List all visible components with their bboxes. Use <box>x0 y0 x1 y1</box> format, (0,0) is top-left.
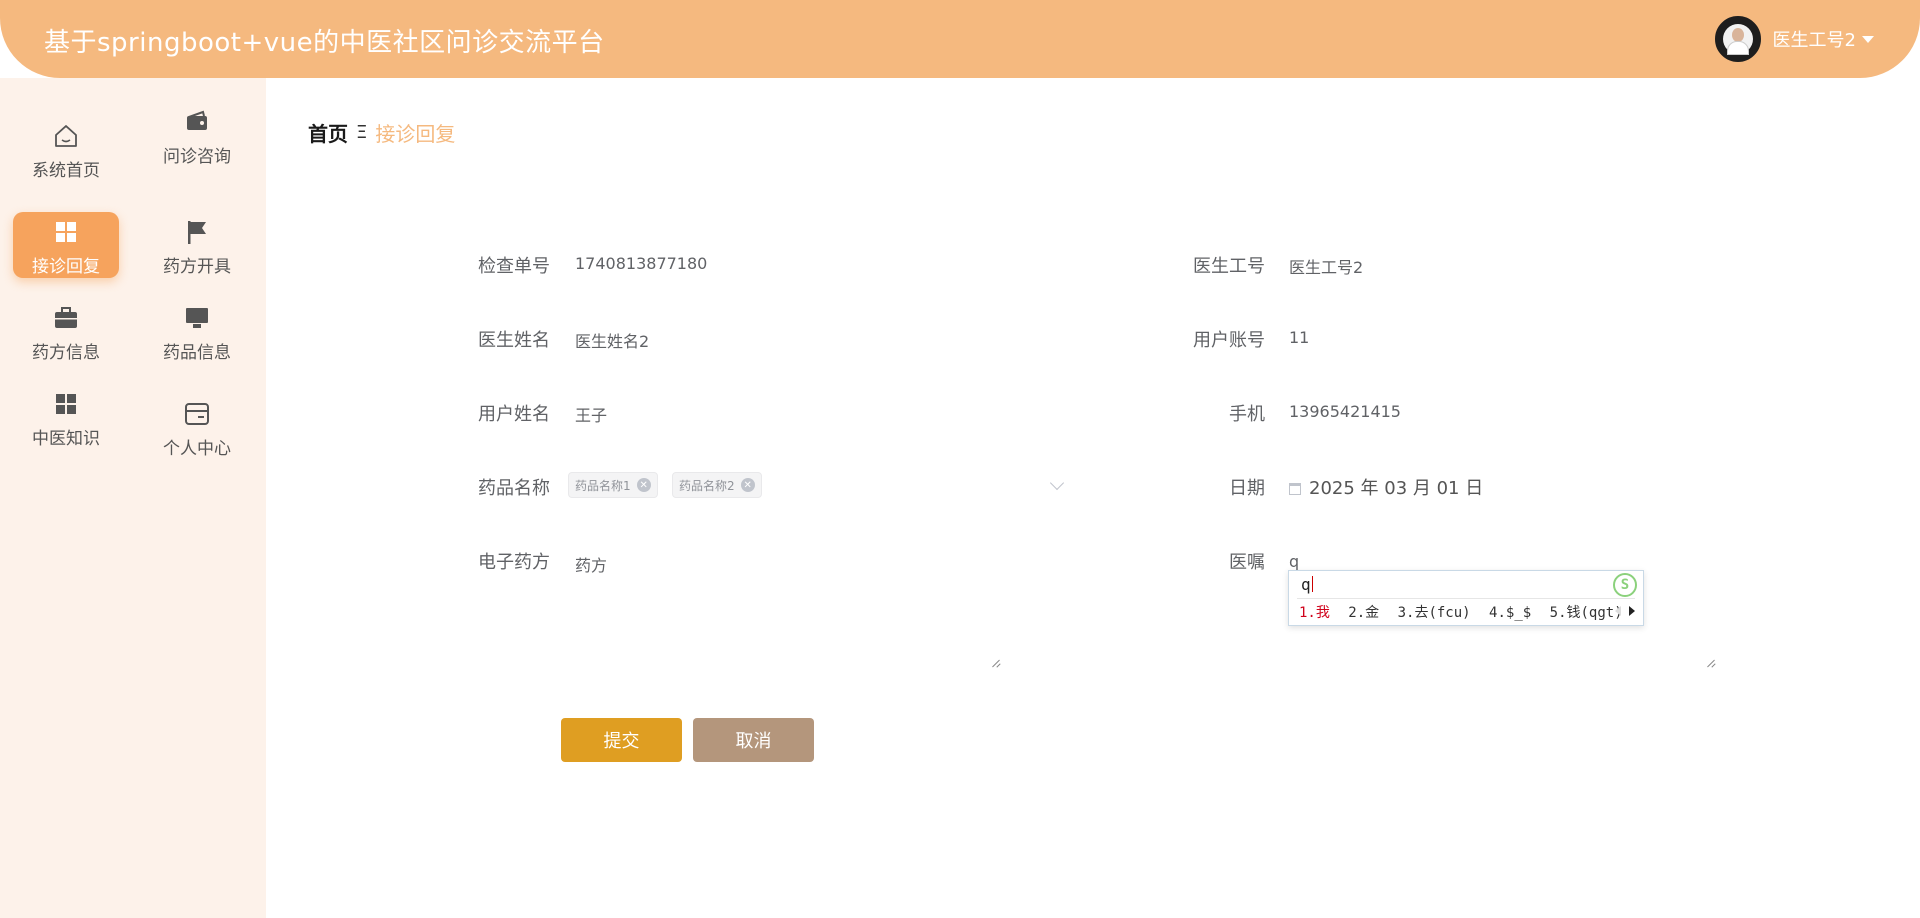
sidebar-item-label: 接诊回复 <box>32 257 100 277</box>
ime-prev-page-icon[interactable] <box>1615 606 1621 616</box>
sidebar-item-reply[interactable]: 接诊回复 <box>13 212 119 278</box>
date-label: 日期 <box>1229 478 1265 499</box>
date-value: 2025 年 03 月 01 日 <box>1309 478 1484 499</box>
doctor-name-field[interactable]: 医生姓名2 <box>575 328 649 352</box>
breadcrumb-current: 接诊回复 <box>375 122 456 146</box>
breadcrumb-separator: Ξ <box>356 122 368 143</box>
tag-close-icon[interactable]: ✕ <box>636 478 651 492</box>
medicine-tag-label: 药品名称2 <box>679 478 735 493</box>
user-name-field[interactable]: 王子 <box>575 402 607 426</box>
sidebar-item-label: 药品信息 <box>163 343 231 363</box>
phone-label: 手机 <box>1229 404 1265 425</box>
calendar-icon <box>1289 483 1301 495</box>
sidebar-item-label: 药方开具 <box>163 257 231 277</box>
breadcrumb-home[interactable]: 首页 <box>308 118 348 147</box>
monitor-icon <box>186 308 208 328</box>
home-icon <box>55 125 77 147</box>
app-title: 基于springboot+vue的中医社区问诊交流平台 <box>44 28 605 58</box>
medicine-tag: 药品名称1 ✕ <box>568 472 658 498</box>
medicine-label: 药品名称 <box>478 478 550 499</box>
ime-candidate[interactable]: 3.去(fcu) <box>1398 605 1471 621</box>
chevron-down-icon[interactable] <box>1049 475 1065 491</box>
doctor-id-field[interactable]: 医生工号2 <box>1289 254 1363 278</box>
flag-icon <box>188 221 206 244</box>
sidebar-item-label: 中医知识 <box>32 429 100 449</box>
grid-icon <box>56 222 76 242</box>
check-no-field[interactable]: 1740813877180 <box>575 254 707 273</box>
sidebar-item-medicine-info[interactable]: 药品信息 <box>144 298 250 364</box>
breadcrumb: 首页 Ξ 接诊回复 <box>308 118 455 147</box>
user-menu[interactable]: 医生工号2 <box>1714 16 1874 62</box>
sidebar-item-label: 问诊咨询 <box>163 147 231 167</box>
card-icon <box>185 403 209 425</box>
ime-next-page-icon[interactable] <box>1629 606 1635 616</box>
prescription-label: 电子药方 <box>478 552 550 573</box>
sidebar-item-label: 个人中心 <box>163 439 231 459</box>
sidebar-item-system-home[interactable]: 系统首页 <box>13 116 119 182</box>
ime-candidate[interactable]: 4.$_$ <box>1489 605 1531 621</box>
user-name-label: 用户姓名 <box>478 404 550 425</box>
top-header: 基于springboot+vue的中医社区问诊交流平台 医生工号2 <box>0 0 1920 78</box>
doctor-name-label: 医生姓名 <box>478 330 550 351</box>
ime-candidates: 1.我 2.金 3.去(fcu) 4.$_$ 5.钱(qgt) <box>1299 602 1633 622</box>
prescription-textarea[interactable]: 药方 <box>575 552 607 576</box>
tag-close-icon[interactable]: ✕ <box>740 478 755 492</box>
ime-composition: q <box>1301 575 1311 594</box>
user-name[interactable]: 医生工号2 <box>1773 26 1856 52</box>
ime-logo-icon: S <box>1613 573 1637 597</box>
sidebar-item-prescribe[interactable]: 药方开具 <box>144 212 250 278</box>
sidebar-item-prescription-info[interactable]: 药方信息 <box>13 298 119 364</box>
ime-candidate[interactable]: 2.金 <box>1348 605 1379 621</box>
cancel-button[interactable]: 取消 <box>693 718 814 762</box>
resize-handle-icon[interactable] <box>1706 658 1716 668</box>
advice-textarea[interactable]: q <box>1289 552 1299 571</box>
phone-field[interactable]: 13965421415 <box>1289 402 1401 421</box>
caret-down-icon[interactable] <box>1862 35 1874 43</box>
check-no-label: 检查单号 <box>478 256 550 277</box>
sidebar-item-tcm-knowledge[interactable]: 中医知识 <box>13 384 119 450</box>
date-picker[interactable]: 2025 年 03 月 01 日 <box>1289 474 1483 500</box>
sidebar-item-label: 药方信息 <box>32 343 100 363</box>
user-account-field[interactable]: 11 <box>1289 328 1309 347</box>
avatar[interactable] <box>1714 16 1761 62</box>
grid-icon <box>56 394 76 414</box>
briefcase-icon <box>55 307 77 328</box>
medicine-tag-label: 药品名称1 <box>575 478 631 493</box>
wallet-icon <box>187 110 207 130</box>
sidebar-item-consultation[interactable]: 问诊咨询 <box>144 102 250 168</box>
doctor-id-label: 医生工号 <box>1193 256 1265 277</box>
submit-button[interactable]: 提交 <box>561 718 682 762</box>
sidebar-item-personal-center[interactable]: 个人中心 <box>144 394 250 460</box>
ime-candidate[interactable]: 5.钱(qgt) <box>1550 605 1623 621</box>
ime-candidate-popup[interactable]: q S 1.我 2.金 3.去(fcu) 4.$_$ 5.钱(qgt) <box>1288 570 1644 626</box>
medicine-tag: 药品名称2 ✕ <box>672 472 762 498</box>
resize-handle-icon[interactable] <box>991 658 1001 668</box>
advice-label: 医嘱 <box>1229 552 1265 573</box>
sidebar: 系统首页 问诊咨询 接诊回复 药方开具 药方信息 药品信息 中医知识 个人中心 <box>0 78 266 918</box>
user-account-label: 用户账号 <box>1193 330 1265 351</box>
sidebar-item-label: 系统首页 <box>32 161 100 181</box>
ime-candidate[interactable]: 1.我 <box>1299 605 1330 621</box>
